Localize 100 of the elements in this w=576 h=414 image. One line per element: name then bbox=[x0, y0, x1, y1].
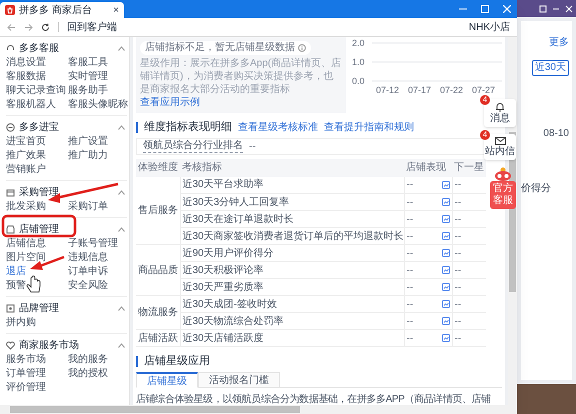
sidebar-item[interactable]: 评价管理 bbox=[6, 381, 68, 395]
sidebar-item[interactable]: 推广助力 bbox=[68, 149, 128, 163]
section-title[interactable]: 多多进宝 bbox=[19, 120, 114, 134]
section-heading: 维度指标表现明细 bbox=[144, 120, 232, 135]
ranking-label: 领航员综合分行业排名 bbox=[143, 140, 243, 152]
sidebar-item[interactable]: 安全风险 bbox=[68, 279, 128, 293]
table-cell: 近30天商家签收消费者退货订单后的平均退款时长 bbox=[180, 228, 404, 244]
table-cell: 物流服务 bbox=[136, 296, 180, 330]
sidebar-item[interactable]: 店铺信息 bbox=[6, 237, 68, 251]
column-header: 考核指标 bbox=[180, 158, 404, 176]
close-icon[interactable] bbox=[503, 5, 511, 13]
section-title[interactable]: 商家服务市场 bbox=[19, 338, 114, 352]
back-to-client-link[interactable]: 回到客户端 bbox=[67, 20, 117, 34]
section-title[interactable]: 品牌管理 bbox=[19, 300, 114, 316]
link[interactable]: 查看星级考核标准 bbox=[238, 120, 318, 135]
trend-chart-icon[interactable] bbox=[442, 266, 450, 274]
sidebar-item[interactable]: 客服工具 bbox=[68, 56, 128, 70]
caret-icon[interactable] bbox=[118, 306, 125, 310]
table-cell: 近30天物流综合处罚率 bbox=[180, 312, 404, 330]
sidebar-item[interactable]: 推广效果 bbox=[6, 149, 68, 163]
column-header: 店铺表现 bbox=[404, 158, 452, 176]
trend-chart-icon[interactable] bbox=[442, 249, 450, 257]
sidebar-item[interactable]: 消息设置 bbox=[6, 56, 68, 70]
trend-chart-icon[interactable] bbox=[442, 180, 450, 189]
info-icon[interactable] bbox=[298, 44, 306, 52]
sidebar-item[interactable]: 退店 bbox=[6, 265, 68, 279]
sidebar-item[interactable]: 客服数据 bbox=[6, 70, 68, 84]
sidebar-item[interactable]: 服务助手 bbox=[68, 84, 128, 98]
more-link[interactable]: 更多 bbox=[549, 35, 569, 50]
trend-chart-icon[interactable] bbox=[442, 317, 450, 325]
caret-icon[interactable] bbox=[118, 226, 125, 232]
sidebar-item[interactable]: 实时管理 bbox=[68, 70, 128, 84]
caret-icon[interactable] bbox=[118, 46, 125, 50]
table-cell: 商品品质 bbox=[136, 244, 180, 296]
sidebar-item[interactable]: 进宝首页 bbox=[6, 135, 68, 149]
forward-icon[interactable] bbox=[24, 22, 33, 32]
tab[interactable]: 店铺星级 bbox=[136, 372, 198, 388]
table-cell: 近90天用户评价得分 bbox=[180, 244, 404, 262]
restore-icon[interactable] bbox=[539, 4, 547, 12]
table-cell: -- bbox=[452, 228, 486, 244]
sidebar-item[interactable]: 子账号管理 bbox=[68, 237, 128, 251]
sidebar-item[interactable]: 订单管理 bbox=[6, 367, 68, 381]
sidebar-item[interactable]: 客服头像昵称 bbox=[68, 98, 128, 112]
axis-label: 08-10 bbox=[543, 127, 569, 141]
heart-icon bbox=[6, 340, 15, 350]
tab[interactable]: 活动报名门槛 bbox=[198, 372, 280, 388]
tab-close-button[interactable]: × bbox=[113, 2, 119, 18]
trend-chart-icon[interactable] bbox=[442, 300, 450, 308]
table-cell: 近30天成团-签收时效 bbox=[180, 296, 404, 312]
hand-cursor-icon bbox=[26, 276, 40, 292]
sidebar-item[interactable]: 服务市场 bbox=[6, 353, 68, 367]
axis-tick-label: 0.0 bbox=[352, 76, 365, 86]
sidebar-item[interactable]: 订单申诉 bbox=[68, 265, 128, 279]
trend-chart-icon[interactable] bbox=[442, 283, 450, 291]
browser-tab[interactable]: 拼多多 商家后台 × bbox=[0, 2, 124, 18]
trend-chart-icon[interactable] bbox=[442, 198, 450, 206]
section-title[interactable]: 店铺管理 bbox=[19, 222, 114, 236]
notice-text: 店铺指标不足，暂无店铺星级数据 bbox=[145, 41, 295, 55]
sidebar-item[interactable]: 违规信息 bbox=[68, 251, 128, 265]
table-cell: 近30天3分钟人工回复率 bbox=[180, 194, 404, 210]
section-title[interactable]: 多多客服 bbox=[19, 40, 114, 56]
axis-tick-label: 1.0 bbox=[352, 57, 365, 67]
link[interactable]: 查看提升指南和规则 bbox=[324, 120, 414, 135]
back-icon[interactable] bbox=[7, 22, 16, 32]
sidebar-item[interactable]: 我的授权 bbox=[68, 367, 128, 381]
sidebar-item[interactable]: 我的服务 bbox=[68, 353, 128, 367]
sidebar-item[interactable]: 推广设置 bbox=[68, 135, 128, 149]
sidebar-item[interactable]: 批发采购 bbox=[6, 200, 68, 214]
sidebar-item[interactable]: 聊天记录查询 bbox=[6, 84, 68, 98]
trend-chart-icon[interactable] bbox=[442, 334, 450, 342]
customer-service-button[interactable]: 官方客服 bbox=[490, 181, 516, 209]
table-cell: -- bbox=[452, 330, 486, 346]
axis-tick-label: 07-17 bbox=[408, 85, 432, 95]
caret-icon[interactable] bbox=[118, 190, 125, 194]
range-button[interactable]: 近30天 bbox=[532, 60, 569, 76]
sidebar-item[interactable]: 图片空间 bbox=[6, 251, 68, 265]
table-cell: -- bbox=[452, 278, 486, 296]
maximize-icon[interactable] bbox=[481, 5, 489, 13]
trend-chart-icon[interactable] bbox=[442, 215, 450, 223]
sidebar-item[interactable]: 客服机器人 bbox=[6, 98, 68, 112]
caret-icon[interactable] bbox=[118, 124, 125, 130]
sidebar-item[interactable]: 采购订单 bbox=[68, 200, 128, 214]
sidebar-item[interactable]: 营销账户 bbox=[6, 163, 68, 177]
example-link[interactable]: 查看应用示例 bbox=[140, 97, 200, 108]
trend-chart-icon[interactable] bbox=[442, 232, 450, 240]
table-cell: 售后服务 bbox=[136, 176, 180, 244]
box-icon bbox=[6, 188, 15, 196]
sidebar-item[interactable]: 预警 bbox=[6, 279, 68, 293]
section-title[interactable]: 采购管理 bbox=[19, 184, 114, 200]
tab-title: 拼多多 商家后台 bbox=[19, 4, 93, 18]
score-label: 价得分 bbox=[521, 182, 551, 196]
column-header: 下一星 bbox=[452, 158, 486, 176]
table-cell: -- bbox=[452, 194, 486, 210]
metric-value: -- bbox=[406, 230, 414, 244]
axis-tick-label: 07-27 bbox=[472, 85, 496, 95]
caret-icon[interactable] bbox=[118, 342, 125, 348]
reload-icon[interactable] bbox=[41, 22, 50, 32]
sidebar-item[interactable]: 拼内购 bbox=[6, 316, 68, 330]
close-icon[interactable] bbox=[565, 4, 573, 12]
shop-name: NHK小店 bbox=[468, 20, 510, 34]
